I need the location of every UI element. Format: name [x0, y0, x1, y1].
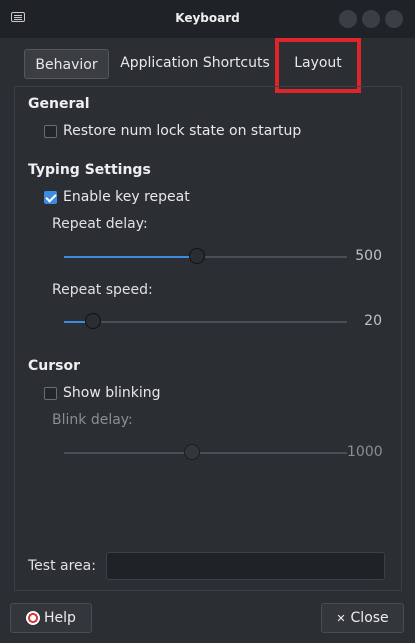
- maximize-button[interactable]: [362, 10, 380, 28]
- show-blinking-label: Show blinking: [63, 385, 161, 401]
- repeat-speed-slider[interactable]: [64, 312, 347, 332]
- slider-track: [64, 452, 347, 454]
- layout-tab-highlight-box: [275, 38, 361, 93]
- enable-key-repeat-checkbox[interactable]: Enable key repeat: [44, 188, 190, 206]
- slider-fill: [64, 256, 198, 258]
- keyboard-window: Keyboard Behavior Application Shortcuts …: [0, 0, 415, 643]
- show-blinking-checkbox[interactable]: Show blinking: [44, 384, 161, 402]
- section-title-cursor: Cursor: [28, 358, 81, 374]
- help-button-label: Help: [44, 610, 76, 626]
- minimize-button[interactable]: [339, 10, 357, 28]
- slider-track: [64, 321, 347, 323]
- repeat-speed-label: Repeat speed:: [52, 282, 153, 298]
- tab-application-shortcuts[interactable]: Application Shortcuts: [119, 48, 271, 78]
- slider-handle[interactable]: [189, 248, 206, 264]
- close-window-button[interactable]: [385, 10, 403, 28]
- section-title-typing: Typing Settings: [28, 162, 151, 178]
- help-lifebuoy-icon: [26, 611, 41, 625]
- repeat-delay-label: Repeat delay:: [52, 216, 148, 232]
- help-button[interactable]: Help: [10, 603, 92, 633]
- checkbox-box[interactable]: [44, 124, 57, 138]
- slider-handle[interactable]: [85, 313, 102, 329]
- close-x-icon: ✕: [336, 611, 346, 625]
- restore-numlock-checkbox[interactable]: Restore num lock state on startup: [44, 122, 301, 140]
- blink-delay-slider: [64, 443, 347, 463]
- repeat-delay-slider[interactable]: [64, 247, 347, 267]
- enable-key-repeat-label: Enable key repeat: [63, 189, 190, 205]
- blink-delay-value: 1000: [347, 444, 383, 460]
- restore-numlock-label: Restore num lock state on startup: [63, 123, 302, 139]
- repeat-delay-value: 500: [355, 248, 382, 264]
- checkbox-box-checked[interactable]: [44, 190, 57, 204]
- repeat-speed-value: 20: [364, 313, 382, 329]
- slider-handle: [184, 444, 201, 460]
- title-bar[interactable]: Keyboard: [0, 0, 415, 38]
- test-area-label: Test area:: [28, 558, 96, 574]
- checkbox-box[interactable]: [44, 386, 57, 400]
- section-title-general: General: [28, 96, 90, 112]
- close-button-label: Close: [350, 610, 389, 626]
- close-button[interactable]: ✕ Close: [321, 603, 404, 633]
- blink-delay-label: Blink delay:: [52, 412, 133, 428]
- test-area-input[interactable]: [106, 552, 385, 580]
- tab-behavior[interactable]: Behavior: [24, 49, 109, 79]
